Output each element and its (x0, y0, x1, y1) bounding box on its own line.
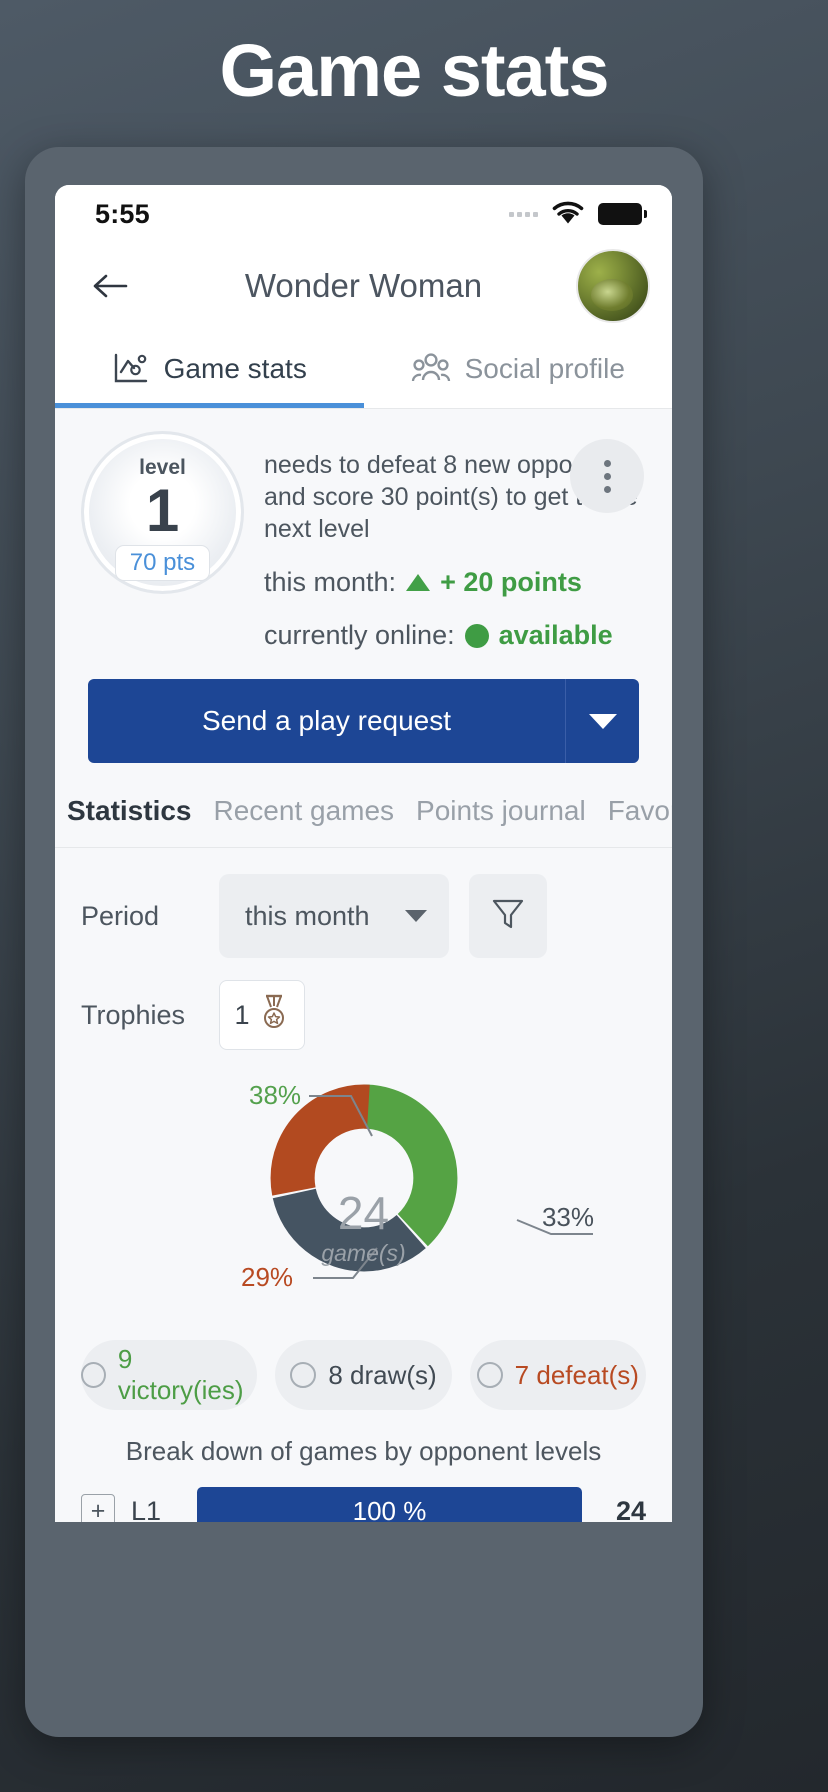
chevron-down-icon (405, 910, 427, 922)
legend-chip-defeats-label: 7 defeat(s) (514, 1359, 639, 1390)
radio-icon (476, 1362, 503, 1388)
level-number: 1 (145, 477, 180, 544)
plus-expander-icon[interactable]: + (81, 1494, 115, 1522)
legend-chip-draws-label: 8 draw(s) (328, 1359, 437, 1390)
legend-chip-draws[interactable]: 8 draw(s) (275, 1340, 452, 1410)
trophies-row: Trophies 1 (81, 980, 646, 1050)
table-row: + L1 100 % 24 (81, 1487, 646, 1522)
chevron-down-icon (588, 713, 617, 729)
period-select[interactable]: this month (219, 874, 449, 958)
send-play-request-dropdown-button[interactable] (565, 679, 639, 763)
legend-chips: 9 victory(ies) 8 draw(s) 7 defeat(s) (81, 1340, 646, 1410)
battery-icon (598, 203, 647, 225)
navigation-bar: Wonder Woman (55, 243, 672, 329)
trophies-count-button[interactable]: 1 (219, 980, 305, 1050)
level-info-card: level 1 70 pts needs to defeat 8 new opp… (55, 409, 672, 651)
main-tabs: Game stats Social profile (55, 329, 672, 409)
subtab-recent-games[interactable]: Recent games (214, 795, 395, 827)
leader-lines (309, 1095, 593, 1279)
signal-dots-icon (509, 211, 538, 217)
wifi-icon (550, 199, 586, 230)
period-row: Period this month (81, 874, 646, 958)
kebab-menu-icon[interactable] (570, 439, 644, 513)
filter-button[interactable] (469, 874, 547, 958)
breakdown-bar-track: 100 % (197, 1487, 582, 1522)
month-points-label: this month: (264, 567, 397, 597)
back-arrow-icon[interactable] (83, 259, 137, 313)
status-dot-icon (464, 623, 489, 648)
month-points-row: this month: + 20 points (264, 567, 646, 598)
legend-chip-victories-label: 9 victory(ies) (117, 1344, 244, 1405)
status-indicators (509, 199, 647, 230)
period-select-value: this month (245, 900, 370, 931)
phone-screen: 5:55 Wonder Woman Game stats Social prof… (55, 185, 672, 1522)
status-time: 5:55 (95, 198, 150, 229)
chart-line-icon (112, 352, 150, 386)
status-bar: 5:55 (55, 185, 672, 243)
radio-icon (81, 1362, 106, 1388)
trophies-count: 1 (234, 999, 250, 1030)
people-group-icon (411, 352, 451, 386)
trend-up-icon (406, 574, 431, 591)
tab-social-profile[interactable]: Social profile (364, 329, 673, 408)
medal-icon (258, 994, 290, 1037)
donut-label-defeats: 29% (241, 1262, 294, 1292)
online-status-row: currently online: available (264, 620, 646, 651)
cta-row: Send a play request (55, 651, 672, 789)
statistics-panel: Period this month Trophies 1 24 game(s) … (55, 848, 672, 1522)
points-chip: 70 pts (114, 545, 211, 581)
subtab-favorite-games[interactable]: Favorite ga (608, 795, 672, 827)
legend-chip-victories[interactable]: 9 victory(ies) (81, 1340, 258, 1410)
subtab-statistics[interactable]: Statistics (67, 795, 192, 827)
trophies-label: Trophies (81, 999, 186, 1030)
period-label: Period (81, 900, 160, 931)
breakdown-level-label: L1 (131, 1495, 162, 1523)
online-status-label: currently online: (264, 620, 455, 650)
subtab-points-journal[interactable]: Points journal (416, 795, 586, 827)
radio-icon (290, 1362, 317, 1388)
tab-social-profile-label: Social profile (464, 352, 625, 384)
status-badge: available (498, 620, 613, 650)
breakdown-title: Break down of games by opponent levels (125, 1436, 602, 1466)
breakdown-count: 24 (615, 1495, 646, 1523)
tab-game-stats[interactable]: Game stats (55, 329, 364, 408)
donut-chart: 24 game(s) 38% 33% 29% (81, 1072, 646, 1322)
breakdown-bar-fill: 100 % (197, 1487, 582, 1522)
avatar[interactable] (576, 249, 650, 323)
donut-label-draws: 33% (541, 1202, 594, 1232)
promo-title: Game stats (219, 29, 610, 112)
send-play-request-button[interactable]: Send a play request (88, 679, 565, 763)
month-points-value: + 20 points (440, 567, 582, 597)
active-tab-underline (55, 403, 364, 408)
tab-game-stats-label: Game stats (163, 352, 307, 384)
funnel-filter-icon (491, 896, 525, 937)
sub-tabs: Statistics Recent games Points journal F… (55, 789, 672, 848)
donut-label-victories: 38% (249, 1080, 302, 1110)
level-badge: level 1 70 pts (81, 431, 244, 594)
legend-chip-defeats[interactable]: 7 defeat(s) (469, 1340, 646, 1410)
